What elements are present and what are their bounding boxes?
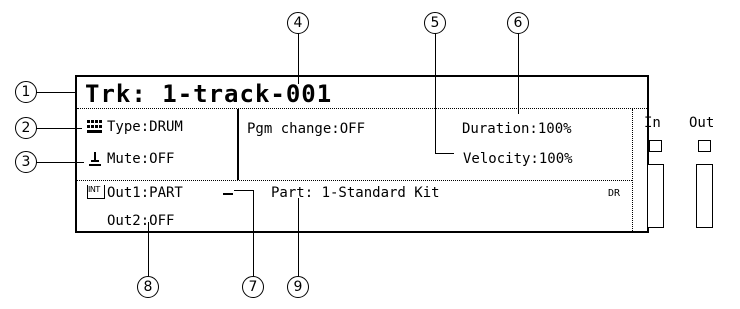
out-level-meter <box>696 164 713 228</box>
callout-7: 7 <box>242 276 264 298</box>
callout-line-5a <box>435 32 437 154</box>
callout-line-8 <box>148 222 150 276</box>
mid-divider <box>77 180 632 181</box>
callout-line-4 <box>298 32 300 84</box>
callout-line-6 <box>518 32 520 114</box>
mute-icon <box>89 151 101 166</box>
header-divider <box>77 108 647 109</box>
callout-line-1 <box>36 92 75 94</box>
callout-5: 5 <box>424 12 446 34</box>
pgm-box-border <box>237 109 239 180</box>
pgm-change-param[interactable]: Pgm change:OFF <box>247 121 365 137</box>
callout-line-7b <box>253 190 255 276</box>
callout-line-3 <box>36 162 84 164</box>
in-clip-indicator <box>649 140 662 152</box>
callout-8: 8 <box>137 276 159 298</box>
in-meter-label: In <box>644 115 661 131</box>
in-level-meter <box>647 164 664 228</box>
part-param[interactable]: Part: 1-Standard Kit <box>271 185 440 201</box>
callout-2: 2 <box>15 117 37 139</box>
callout-6: 6 <box>507 12 529 34</box>
callout-line-7a <box>234 190 254 192</box>
track-title: Trk: 1-track-001 <box>85 80 333 108</box>
velocity-param[interactable]: Velocity:100% <box>463 151 573 167</box>
type-param[interactable]: Type:DRUM <box>107 119 183 135</box>
lcd-display: Trk: 1-track-001 Type:DRUM Mute:OFF Pgm … <box>75 75 714 233</box>
callout-1: 1 <box>15 81 37 103</box>
meter-divider <box>632 109 633 231</box>
callout-4: 4 <box>287 12 309 34</box>
out2-param[interactable]: Out2:OFF <box>107 213 174 229</box>
out-clip-indicator <box>698 140 711 152</box>
mute-param[interactable]: Mute:OFF <box>107 151 174 167</box>
drum-grid-icon <box>87 118 102 133</box>
duration-param[interactable]: Duration:100% <box>462 121 572 137</box>
int-badge-icon: INT <box>87 185 105 199</box>
out-meter-label: Out <box>689 115 715 131</box>
out1-param[interactable]: Out1:PART <box>107 185 183 201</box>
callout-3: 3 <box>15 151 37 173</box>
out1-dash <box>223 193 233 195</box>
callout-line-5b <box>435 153 454 155</box>
callout-line-9 <box>298 198 300 276</box>
part-badge: DR <box>608 188 621 199</box>
callout-9: 9 <box>287 276 309 298</box>
callout-line-2 <box>36 128 82 130</box>
